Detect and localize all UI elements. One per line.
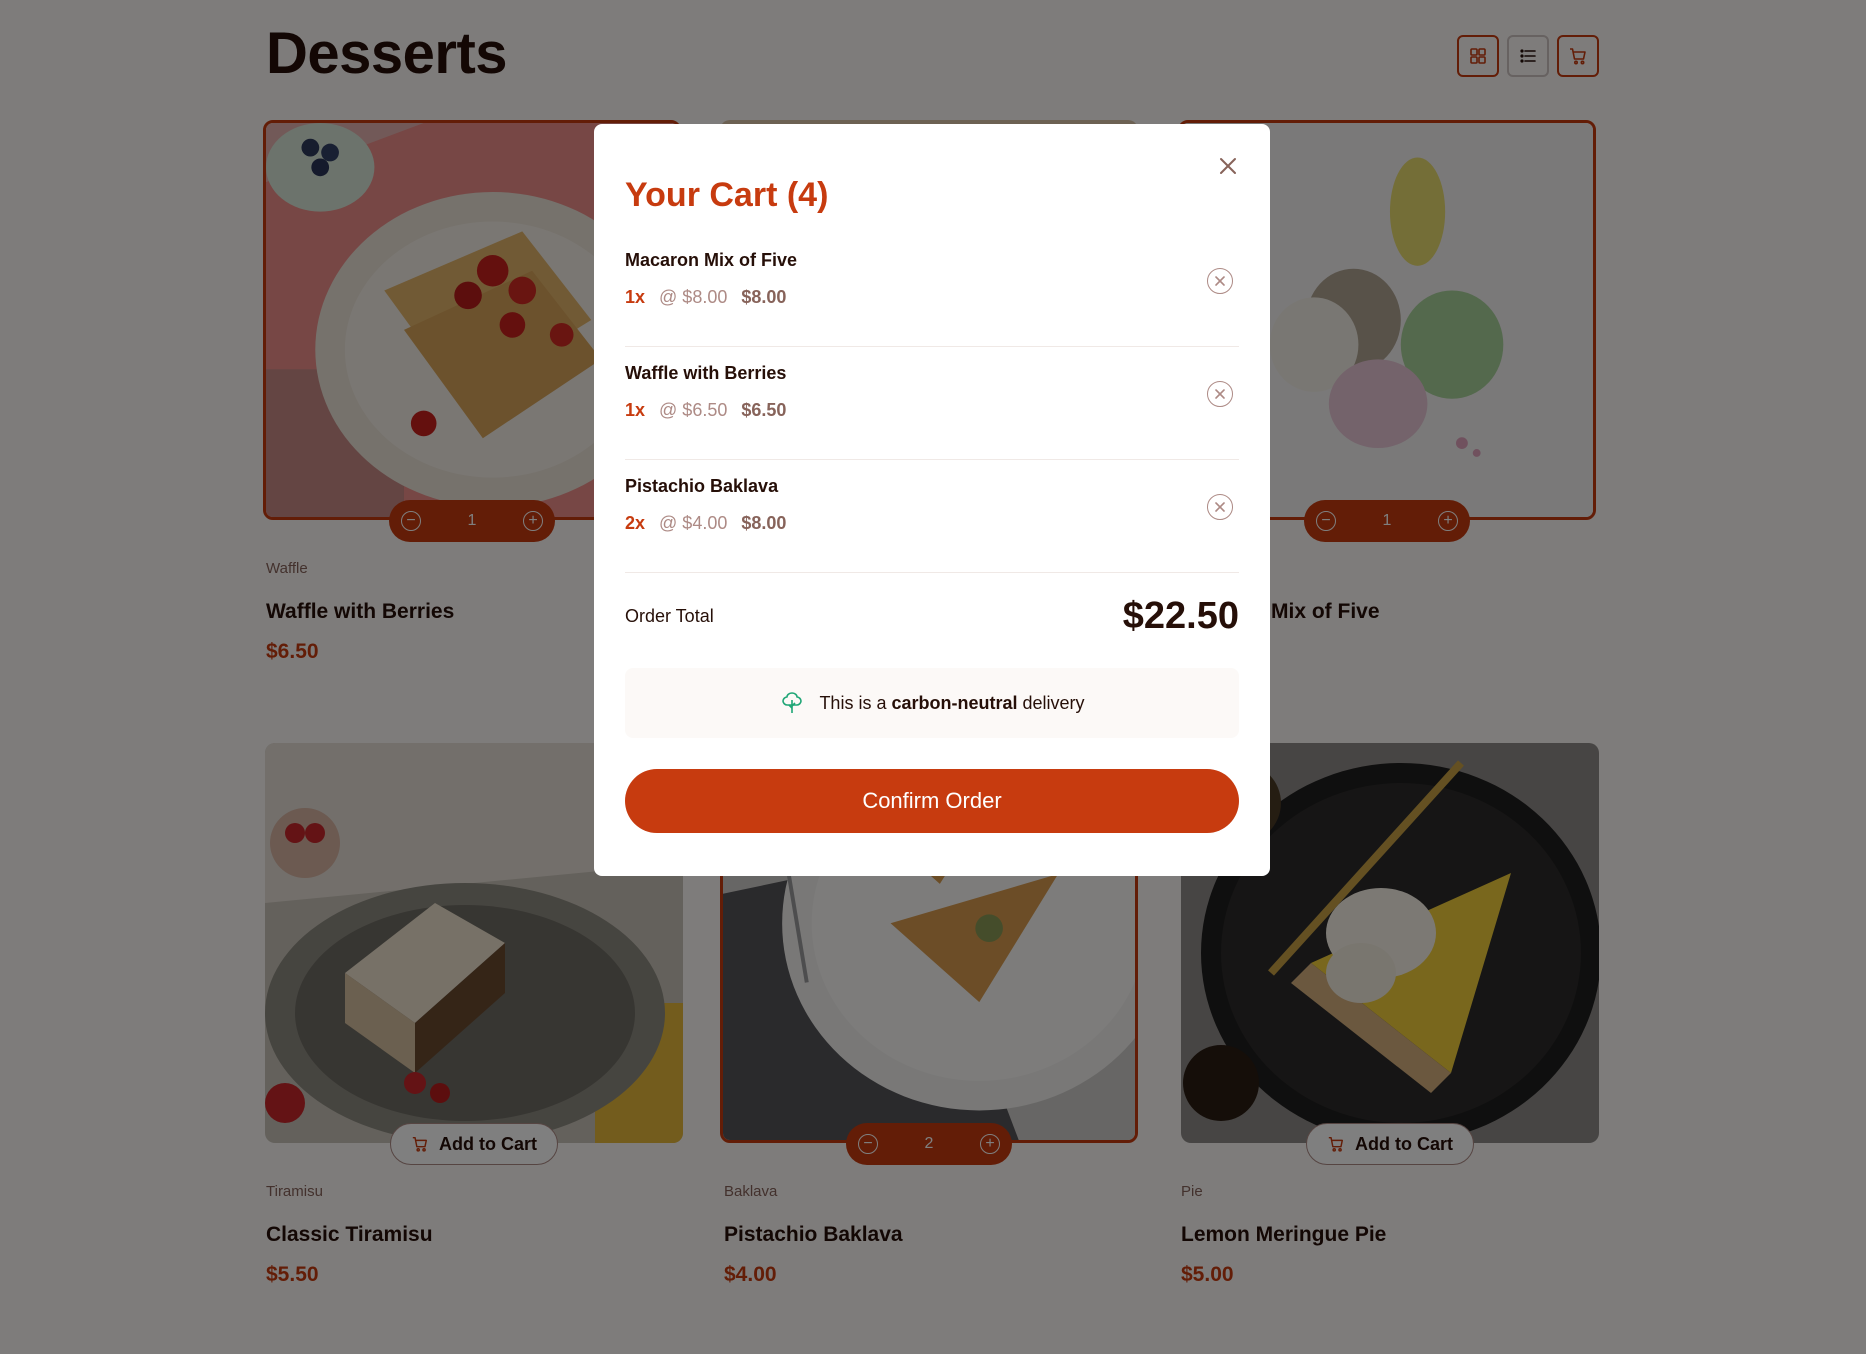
- close-icon: [1215, 276, 1225, 286]
- cart-item: Waffle with Berries 1x @ $6.50 $6.50: [625, 347, 1239, 460]
- cart-item-unit-price: @ $6.50: [659, 400, 728, 420]
- cart-item-name: Pistachio Baklava: [625, 476, 779, 496]
- cart-item-qty: 1x: [625, 400, 646, 420]
- close-button[interactable]: [1210, 148, 1246, 184]
- cart-item-unit-price: @ $8.00: [659, 287, 728, 307]
- cart-item-total: $6.50: [741, 400, 787, 420]
- cart-item-unit-price: @ $4.00: [659, 513, 728, 533]
- cart-item: Pistachio Baklava 2x @ $4.00 $8.00: [625, 460, 1239, 573]
- cart-item-qty: 1x: [625, 287, 646, 307]
- close-icon: [1215, 502, 1225, 512]
- carbon-text-suffix: delivery: [1022, 692, 1085, 713]
- cart-item-details: 2x @ $4.00 $8.00: [625, 513, 786, 534]
- carbon-text-prefix: This is a: [819, 692, 887, 713]
- close-icon: [1215, 389, 1225, 399]
- cart-item-name: Waffle with Berries: [625, 363, 787, 383]
- remove-item-button[interactable]: [1207, 381, 1233, 407]
- confirm-order-button[interactable]: Confirm Order: [625, 769, 1239, 833]
- cart-item: Macaron Mix of Five 1x @ $8.00 $8.00: [625, 234, 1239, 347]
- cart-item-total: $8.00: [741, 513, 787, 533]
- cart-items-list: Macaron Mix of Five 1x @ $8.00 $8.00 Waf…: [625, 234, 1239, 573]
- cart-title: Your Cart (4): [625, 176, 829, 214]
- cart-modal: Your Cart (4) Macaron Mix of Five 1x @ $…: [594, 124, 1270, 876]
- cart-item-details: 1x @ $8.00 $8.00: [625, 287, 786, 308]
- order-total-value: $22.50: [1122, 594, 1239, 637]
- order-total-label: Order Total: [625, 605, 714, 626]
- close-icon: [1220, 158, 1236, 174]
- cart-item-total: $8.00: [741, 287, 787, 307]
- cart-item-details: 1x @ $6.50 $6.50: [625, 400, 786, 421]
- carbon-neutral-notice: This is a carbon-neutral delivery: [625, 668, 1239, 738]
- remove-item-button[interactable]: [1207, 494, 1233, 520]
- carbon-text-bold: carbon-neutral: [891, 692, 1018, 713]
- remove-item-button[interactable]: [1207, 268, 1233, 294]
- carbon-text: This is a carbon-neutral delivery: [819, 693, 1084, 714]
- tree-icon: [782, 692, 803, 713]
- order-total: Order Total $22.50: [625, 586, 1239, 646]
- cart-item-qty: 2x: [625, 513, 646, 533]
- cart-item-name: Macaron Mix of Five: [625, 250, 798, 270]
